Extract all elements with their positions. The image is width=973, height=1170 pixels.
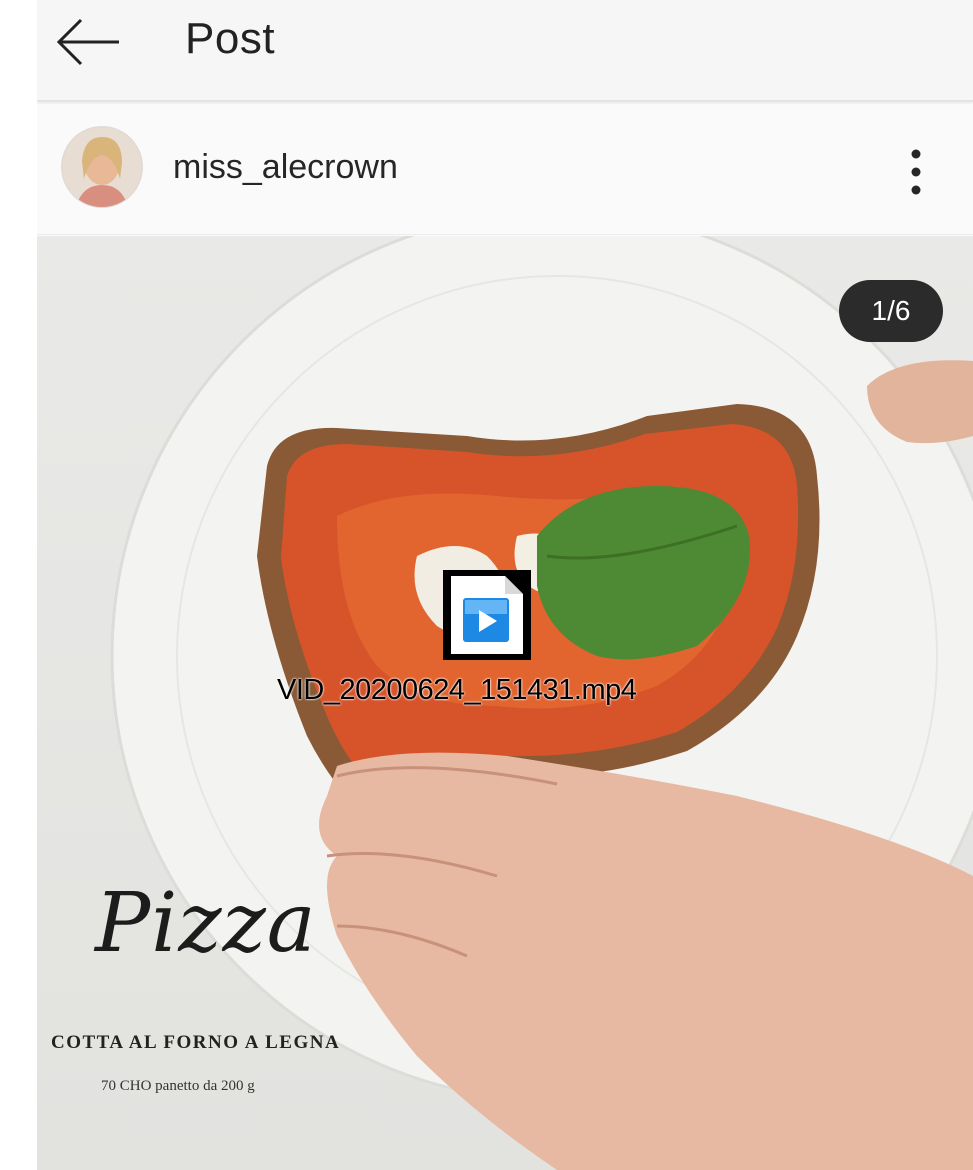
top-bar: Post xyxy=(37,0,973,102)
video-file-icon[interactable] xyxy=(441,568,533,662)
image-caption-detail: 70 CHO panetto da 200 g xyxy=(101,1078,255,1094)
image-caption-title: Pizza xyxy=(95,876,317,971)
post-header: miss_alecrown xyxy=(37,104,973,235)
avatar-image xyxy=(62,127,142,207)
post-image[interactable]: 1/6 Pizza COTTA AL FORNO A LEGNA 70 CHO … xyxy=(37,236,973,1170)
page-title: Post xyxy=(185,14,276,63)
video-file-name[interactable]: VID_20200624_151431.mp4 xyxy=(277,674,637,707)
post-screen: Post miss_alecrown 1/6 Pizza COTTA AL FO… xyxy=(37,0,973,1170)
image-caption-subtitle: COTTA AL FORNO A LEGNA xyxy=(51,1032,341,1053)
arrow-left-icon xyxy=(56,18,119,66)
username[interactable]: miss_alecrown xyxy=(173,148,398,187)
more-options-button[interactable] xyxy=(901,142,931,202)
image-counter-badge: 1/6 xyxy=(839,280,943,342)
avatar[interactable] xyxy=(62,127,142,207)
back-button[interactable] xyxy=(55,16,121,68)
more-vertical-icon xyxy=(911,149,921,195)
